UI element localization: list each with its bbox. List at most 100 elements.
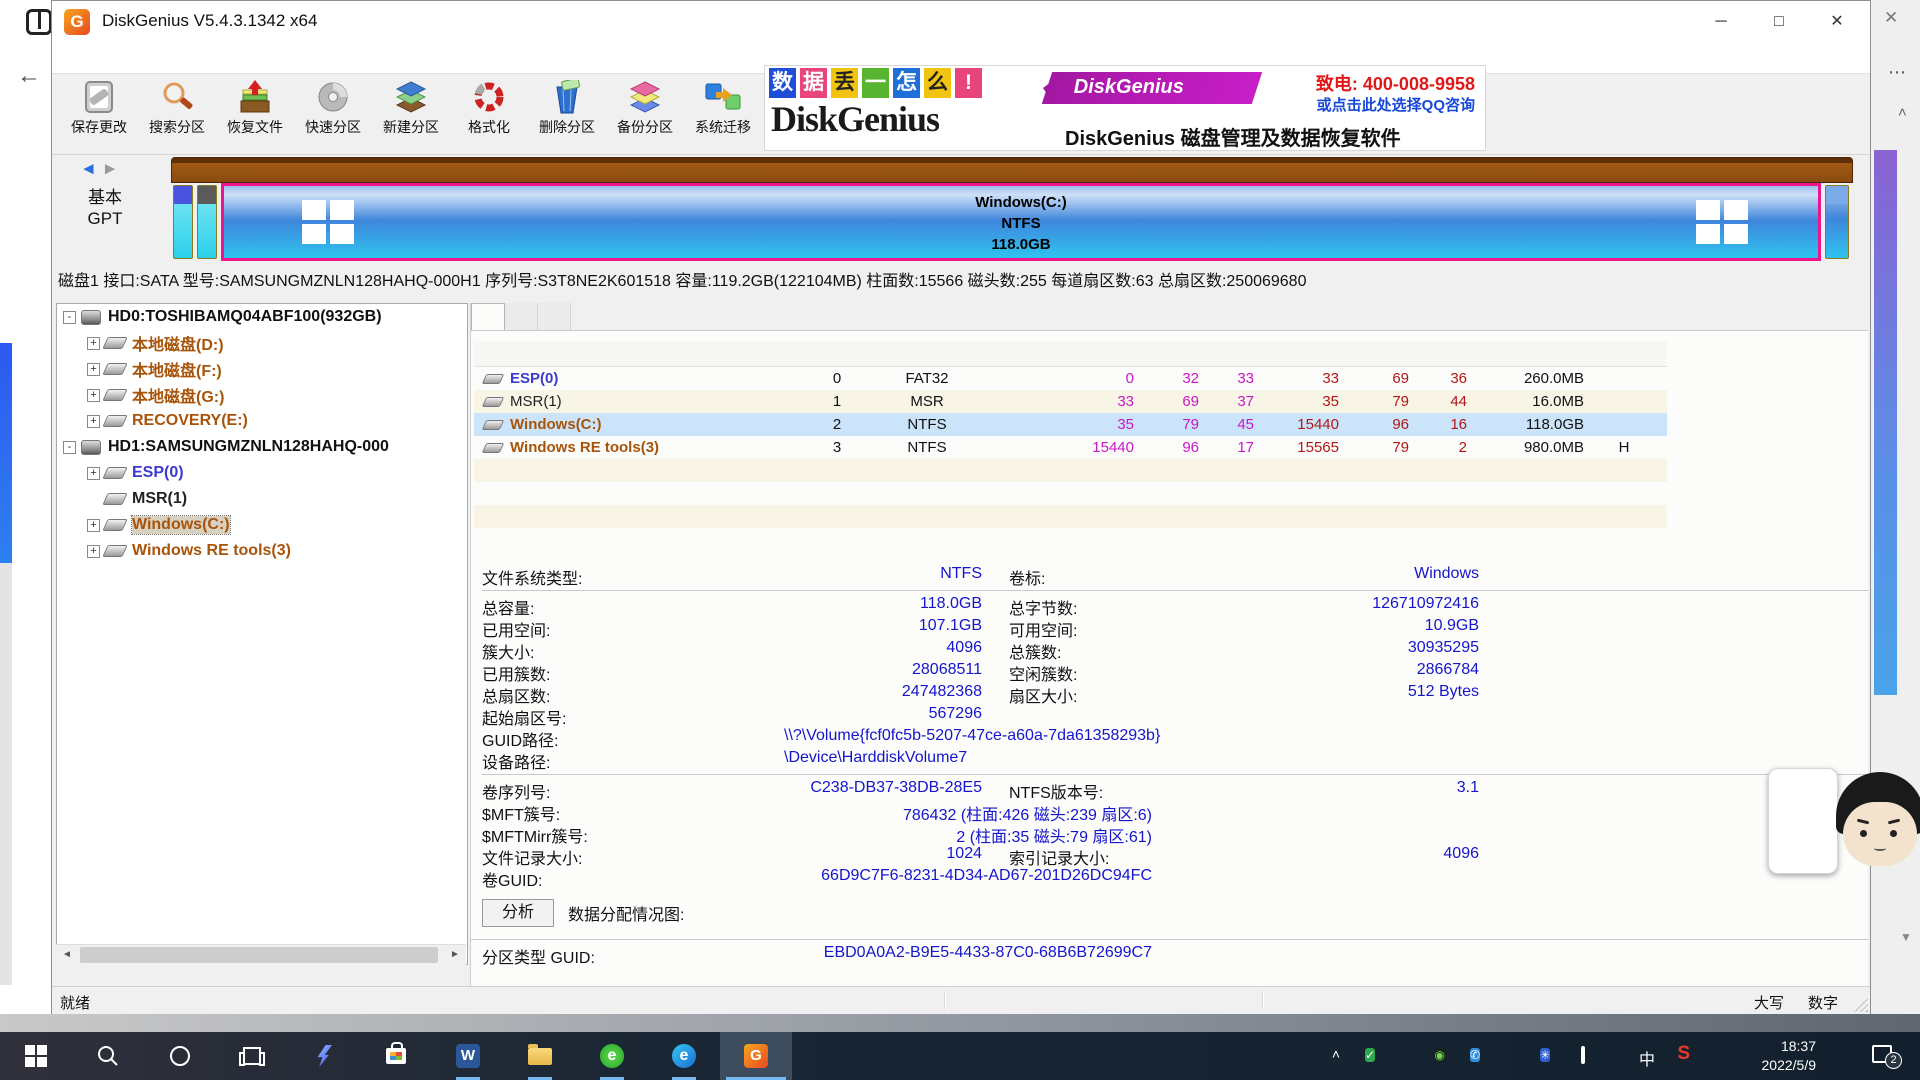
maximize-button[interactable]: □	[1750, 1, 1808, 43]
expand-box-icon[interactable]: +	[87, 545, 100, 558]
detail-value: 512 Bytes	[1159, 683, 1479, 701]
partition-block-windows-c[interactable]: Windows(C:) NTFS 118.0GB	[221, 183, 1821, 261]
tree-item[interactable]: - HD0:TOSHIBAMQ04ABF100(932GB)	[57, 304, 467, 330]
save-changes-button[interactable]: 保存更改	[60, 74, 138, 154]
expand-box-icon[interactable]: +	[87, 363, 100, 376]
taskbar-app-edge[interactable]: e	[648, 1032, 720, 1080]
start-button[interactable]	[0, 1032, 72, 1080]
collapse-icon[interactable]: ˄	[1898, 104, 1907, 121]
taskbar-app-explorer[interactable]	[504, 1032, 576, 1080]
partition-block-esp[interactable]	[173, 185, 193, 259]
expand-box-icon[interactable]: +	[87, 337, 100, 350]
search-partition-button[interactable]: 搜索分区	[138, 74, 216, 154]
scrollbar-thumb[interactable]	[80, 947, 438, 963]
tray-antivirus-icon[interactable]: ✓	[1365, 1046, 1375, 1064]
input-method-indicator[interactable]: 中	[1639, 1046, 1655, 1070]
next-disk-arrow-icon[interactable]: ►	[102, 159, 119, 178]
tray-display-icon[interactable]	[1581, 1046, 1585, 1064]
tray-expand-icon[interactable]: ˄	[1332, 1046, 1340, 1062]
table-row[interactable]: MSR(1) 1 MSR 33 69 37 35 79 44 16.0MB	[474, 390, 1667, 413]
table-row[interactable]: Windows(C:) 2 NTFS 35 79 45 15440 96 16 …	[474, 413, 1667, 436]
numlock-indicator: 数字	[1808, 992, 1838, 1013]
recover-files-button[interactable]: 恢复文件	[216, 74, 294, 154]
tree-item[interactable]: + 本地磁盘(F:)	[57, 356, 467, 382]
tray-chat-icon[interactable]: ✆	[1470, 1046, 1480, 1064]
tree-item[interactable]: + RECOVERY(E:)	[57, 408, 467, 434]
table-header-row	[474, 341, 1667, 367]
tree-item[interactable]: MSR(1)	[57, 486, 467, 512]
close-button[interactable]: ✕	[1808, 1, 1866, 43]
tab[interactable]	[538, 303, 571, 330]
table-row[interactable]	[474, 505, 1667, 528]
background-close-icon[interactable]: ✕	[1884, 8, 1898, 28]
scroll-right-icon[interactable]: ►	[444, 945, 466, 965]
resize-grip[interactable]	[1854, 998, 1868, 1012]
cortana-button[interactable]	[144, 1032, 216, 1080]
table-row[interactable]	[474, 528, 1667, 551]
tree-item[interactable]: + ESP(0)	[57, 460, 467, 486]
delete-partition-button[interactable]: 删除分区	[528, 74, 606, 154]
more-options-icon[interactable]: ⋯	[1888, 62, 1907, 83]
menu-item[interactable]	[182, 43, 206, 73]
advertisement-banner[interactable]: 数据丢一怎么! DiskGenius DiskGenius 致电: 400-00…	[764, 65, 1486, 151]
scroll-left-icon[interactable]: ◄	[56, 945, 78, 965]
scroll-down-icon[interactable]: ▼	[1900, 930, 1912, 944]
browser-icon: e	[600, 1044, 624, 1068]
taskbar-app-store[interactable]	[360, 1032, 432, 1080]
backup-partition-button[interactable]: 备份分区	[606, 74, 684, 154]
detail-value: 10.9GB	[1159, 617, 1479, 635]
taskbar-search-button[interactable]	[72, 1032, 144, 1080]
menu-item[interactable]	[110, 43, 134, 73]
expand-box-icon[interactable]: -	[63, 441, 76, 454]
tree-horizontal-scrollbar[interactable]: ◄ ►	[56, 944, 466, 965]
partition-block-re-tools[interactable]	[1825, 185, 1849, 259]
expand-box-icon[interactable]: +	[87, 467, 100, 480]
input-method-widget[interactable]	[1768, 768, 1838, 874]
tree-item[interactable]: - HD1:SAMSUNGMZNLN128HAHQ-000	[57, 434, 467, 460]
table-row[interactable]	[474, 482, 1667, 505]
banner-qq-link[interactable]: 或点击此处选择QQ咨询	[1317, 94, 1475, 115]
tray-snowflake-icon[interactable]: ✳	[1540, 1046, 1550, 1064]
analyze-button[interactable]: 分析	[482, 899, 554, 927]
cartoon-face-widget[interactable]	[1836, 772, 1920, 872]
format-button[interactable]: 格式化	[450, 74, 528, 154]
tab[interactable]	[471, 303, 505, 330]
task-view-button[interactable]	[216, 1032, 288, 1080]
window-title: DiskGenius V5.4.3.1342 x64	[102, 11, 317, 31]
table-row[interactable]: ESP(0) 0 FAT32 0 32 33 33 69 36 260.0MB	[474, 367, 1667, 390]
table-row[interactable]: Windows RE tools(3) 3 NTFS 15440 96 17 1…	[474, 436, 1667, 459]
taskbar-app-word[interactable]: W	[432, 1032, 504, 1080]
table-row[interactable]	[474, 459, 1667, 482]
expand-box-icon[interactable]: +	[87, 519, 100, 532]
sogou-icon[interactable]: S	[1677, 1043, 1690, 1065]
tree-item[interactable]: + Windows(C:)	[57, 512, 467, 538]
tree-item[interactable]: + Windows RE tools(3)	[57, 538, 467, 564]
partition-block-msr[interactable]	[197, 185, 217, 259]
new-partition-button[interactable]: 新建分区	[372, 74, 450, 154]
detail-label: $MFT簇号:	[482, 801, 652, 825]
taskbar-clock[interactable]: 18:37 2022/5/9	[1762, 1037, 1817, 1075]
taskbar-app-browser[interactable]: e	[576, 1032, 648, 1080]
prev-disk-arrow-icon[interactable]: ◄	[80, 159, 97, 178]
quick-partition-button[interactable]: 快速分区	[294, 74, 372, 154]
tab[interactable]	[505, 303, 538, 330]
tree-item[interactable]: + 本地磁盘(D:)	[57, 330, 467, 356]
tree-item[interactable]: + 本地磁盘(G:)	[57, 382, 467, 408]
taskbar-app-feishu[interactable]	[288, 1032, 360, 1080]
back-arrow-icon[interactable]: ←	[17, 62, 41, 90]
system-migrate-button[interactable]: 系统迁移	[684, 74, 762, 154]
menu-item[interactable]	[86, 43, 110, 73]
expand-box-icon[interactable]: +	[87, 389, 100, 402]
detail-label: GUID路径:	[482, 727, 652, 751]
expand-box-icon[interactable]: +	[87, 415, 100, 428]
menu-item[interactable]	[134, 43, 158, 73]
tray-nvidia-icon[interactable]: ◉	[1435, 1046, 1445, 1064]
detail-row: 起始扇区号:567296	[482, 705, 1868, 727]
disk-tree-panel: - HD0:TOSHIBAMQ04ABF100(932GB) + 本地磁盘(D:…	[56, 303, 468, 965]
taskbar-app-diskgenius[interactable]: G	[720, 1032, 792, 1080]
expand-box-icon[interactable]: -	[63, 311, 76, 324]
menu-item[interactable]	[62, 43, 86, 73]
disk-capacity-strip[interactable]	[171, 157, 1853, 183]
minimize-button[interactable]: ─	[1692, 1, 1750, 43]
menu-item[interactable]	[158, 43, 182, 73]
